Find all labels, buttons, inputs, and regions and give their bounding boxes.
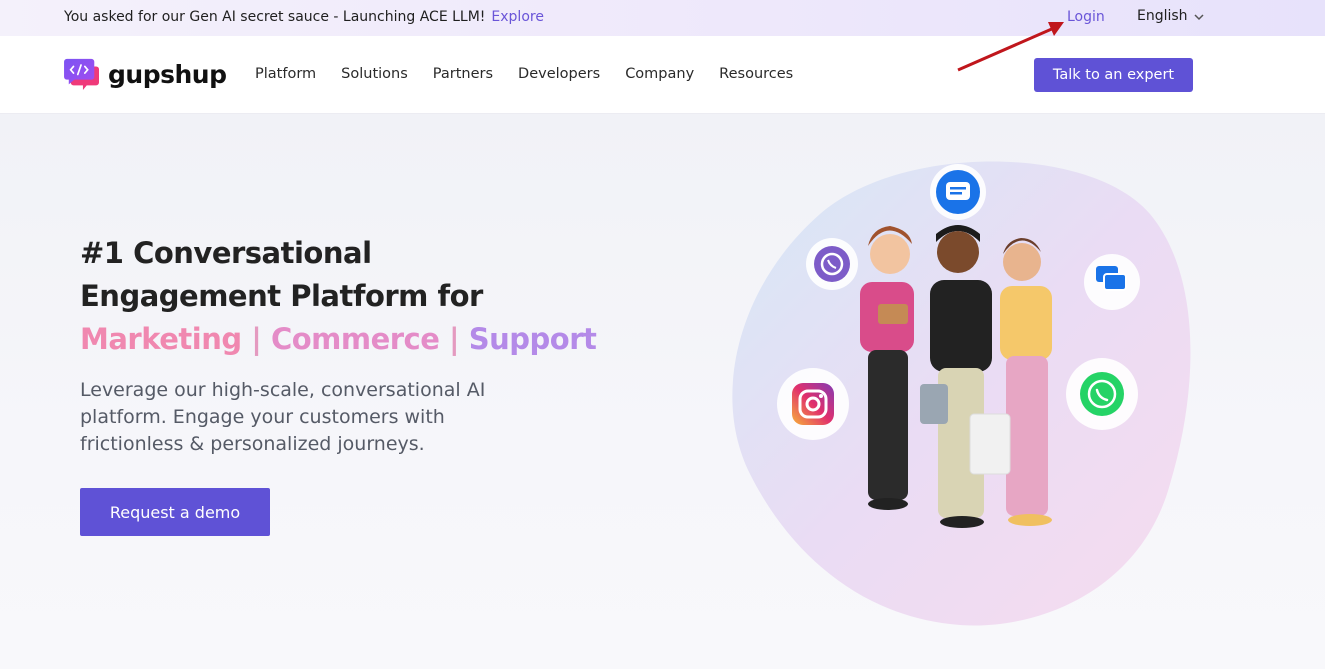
headline-tags: Marketing | Commerce | Support: [80, 318, 600, 361]
logo[interactable]: gupshup: [64, 57, 227, 91]
brand-name: gupshup: [108, 59, 227, 89]
whatsapp-icon: [1066, 358, 1138, 430]
main-nav: gupshup Platform Solutions Partners Deve…: [0, 36, 1325, 114]
hero-headline: #1 Conversational Engagement Platform fo…: [80, 232, 600, 361]
announcement: You asked for our Gen AI secret sauce - …: [64, 9, 544, 25]
nav-menu: Platform Solutions Partners Developers C…: [255, 66, 818, 82]
nav-item-resources[interactable]: Resources: [719, 66, 793, 82]
nav-item-partners[interactable]: Partners: [433, 66, 493, 82]
gupshup-logo-icon: [64, 58, 99, 91]
chat-icon: [1084, 254, 1140, 310]
viber-icon: [806, 238, 858, 290]
hero-description: Leverage our high-scale, conversational …: [80, 379, 486, 455]
language-label: English: [1137, 8, 1188, 24]
people-illustration: [860, 225, 1052, 528]
hero-illustration: [732, 161, 1191, 626]
nav-item-solutions[interactable]: Solutions: [341, 66, 408, 82]
announcement-text: You asked for our Gen AI secret sauce - …: [64, 9, 486, 25]
explore-link[interactable]: Explore: [491, 9, 544, 25]
tag-marketing: Marketing: [80, 322, 242, 356]
request-demo-button[interactable]: Request a demo: [80, 488, 270, 536]
hero-section: #1 Conversational Engagement Platform fo…: [0, 114, 1325, 669]
tag-separator: |: [251, 322, 262, 356]
headline-line2: Engagement Platform for: [80, 279, 483, 313]
announcement-bar: You asked for our Gen AI secret sauce - …: [0, 0, 1325, 36]
tag-commerce: Commerce: [270, 322, 440, 356]
nav-item-platform[interactable]: Platform: [255, 66, 316, 82]
nav-item-company[interactable]: Company: [625, 66, 694, 82]
tag-support: Support: [468, 322, 597, 356]
login-link[interactable]: Login: [1067, 9, 1105, 25]
messages-icon: [930, 164, 986, 220]
chevron-down-icon: [1194, 13, 1204, 20]
headline-line1: #1 Conversational: [80, 236, 372, 270]
nav-item-developers[interactable]: Developers: [518, 66, 600, 82]
talk-to-expert-button[interactable]: Talk to an expert: [1034, 58, 1193, 92]
instagram-icon: [777, 368, 849, 440]
tag-separator: |: [449, 322, 460, 356]
language-selector[interactable]: English: [1137, 8, 1204, 24]
